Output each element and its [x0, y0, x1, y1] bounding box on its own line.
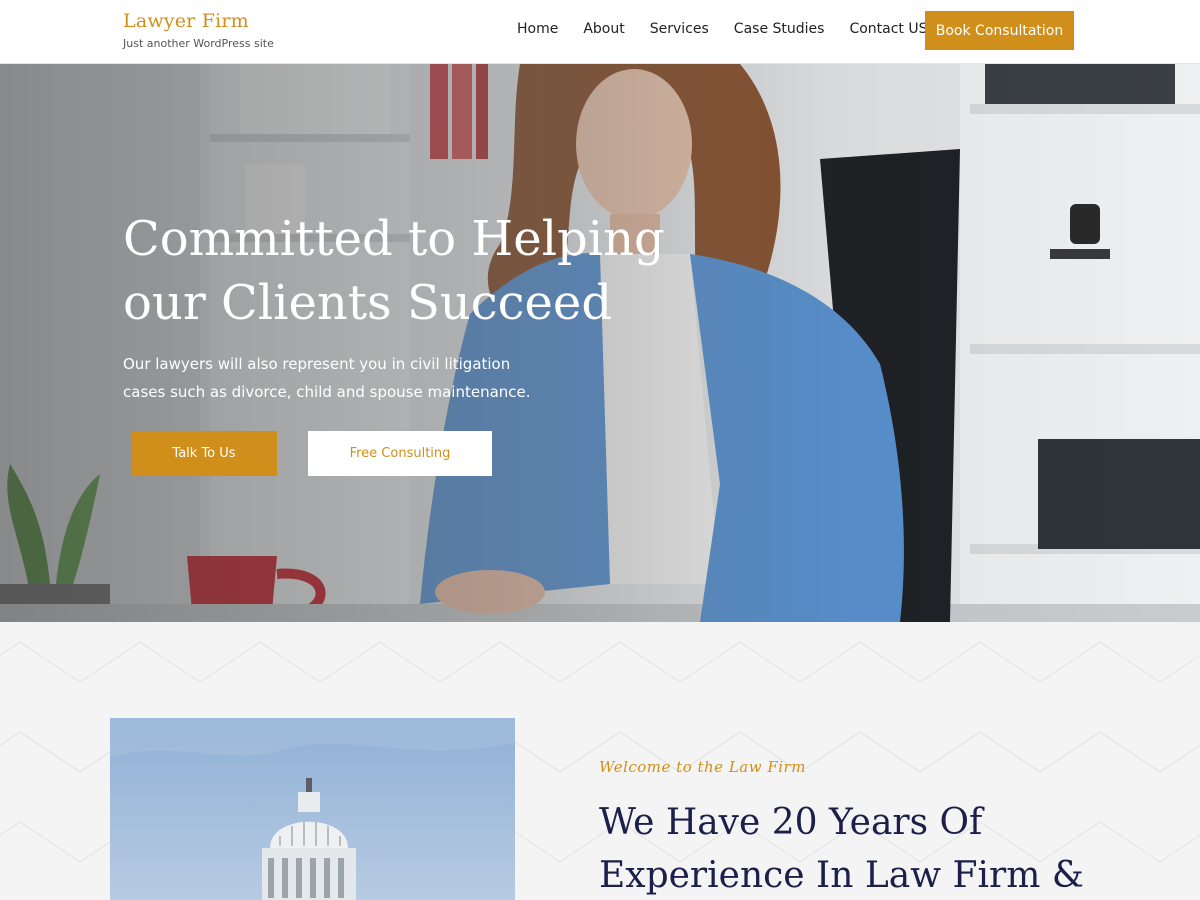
- main-nav: Home About Services Case Studies Contact…: [517, 21, 928, 37]
- book-consultation-button[interactable]: Book Consultation: [925, 11, 1074, 50]
- free-consulting-button[interactable]: Free Consulting: [308, 431, 492, 476]
- nav-home[interactable]: Home: [517, 21, 558, 37]
- brand[interactable]: Lawyer Firm Just another WordPress site: [123, 10, 274, 50]
- hero-overlay: [0, 64, 1200, 622]
- site-title[interactable]: Lawyer Firm: [123, 10, 274, 32]
- nav-contact[interactable]: Contact US: [849, 21, 927, 37]
- nav-case-studies[interactable]: Case Studies: [734, 21, 825, 37]
- hero-title: Committed to Helping our Clients Succeed: [123, 211, 665, 331]
- nav-about[interactable]: About: [583, 21, 624, 37]
- hero-text: Our lawyers will also represent you in c…: [123, 355, 531, 401]
- about-section: Welcome to the Law Firm We Have 20 Years…: [0, 622, 1200, 900]
- nav-services[interactable]: Services: [650, 21, 709, 37]
- site-tagline: Just another WordPress site: [123, 37, 274, 50]
- talk-to-us-button[interactable]: Talk To Us: [131, 431, 277, 476]
- section-title: We Have 20 Years Of Experience In Law Fi…: [599, 802, 1084, 896]
- section-eyebrow: Welcome to the Law Firm: [599, 758, 806, 776]
- site-header: Lawyer Firm Just another WordPress site …: [0, 0, 1200, 64]
- hero-section: Committed to Helping our Clients Succeed…: [0, 64, 1200, 622]
- capitol-image: [110, 718, 515, 900]
